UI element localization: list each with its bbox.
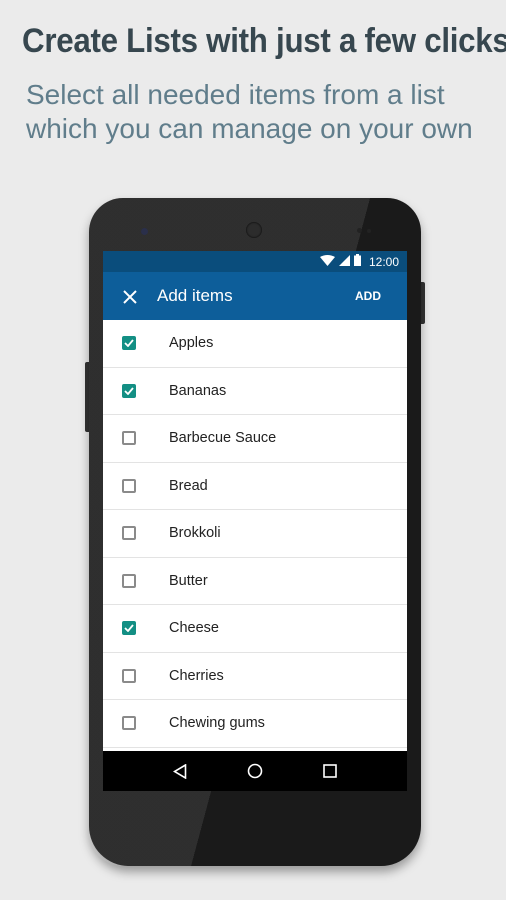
checkbox-unchecked[interactable] [122,478,136,493]
home-icon [247,763,263,779]
checkbox-unchecked[interactable] [122,668,136,683]
back-icon [173,763,187,779]
list-item-label: Bread [169,477,208,494]
list-item[interactable]: Bananas [103,368,407,415]
signal-icon [338,254,350,269]
list-item[interactable]: Chewing gums [103,700,407,748]
subtitle-line-1: Select all needed items from a list [26,79,445,110]
checkbox-unchecked[interactable] [122,573,136,588]
subtitle: Select all needed items from a list whic… [26,78,473,146]
check-icon [124,624,134,633]
recents-icon [323,764,337,778]
recents-button[interactable] [323,764,337,778]
list-item[interactable]: Brokkoli [103,510,407,558]
checkbox-checked[interactable] [122,336,136,351]
checkbox-unchecked[interactable] [122,716,136,731]
battery-icon [353,254,361,269]
checkbox-unchecked[interactable] [122,526,136,541]
list-item-label: Apples [169,335,214,352]
status-bar: 12:00 [103,251,407,272]
checkbox-checked[interactable] [122,383,136,398]
list-item[interactable]: Apples [103,320,407,368]
checkbox-checked[interactable] [122,621,136,636]
phone-screen: 12:00 Add items ADD Apples Bananas Barbecu… [103,251,407,791]
close-icon [123,290,137,304]
check-icon [124,387,134,395]
navigation-bar [103,751,407,791]
close-button[interactable] [103,272,157,320]
subtitle-line-2: which you can manage on your own [26,113,473,144]
add-button[interactable]: ADD [355,272,381,320]
list-item-label: Brokkoli [169,525,221,542]
status-time: 12:00 [368,254,399,269]
back-button[interactable] [173,763,187,779]
list-item[interactable]: Cherries [103,653,407,700]
checkbox-unchecked[interactable] [122,431,136,446]
list-item-label: Barbecue Sauce [169,430,277,447]
list-item[interactable]: Barbecue Sauce [103,415,407,463]
list-item[interactable]: Cheese [103,605,407,653]
app-bar-title: Add items [157,286,233,305]
list-item-label: Bananas [169,382,227,399]
headline: Create Lists with just a few clicks [22,22,506,60]
front-camera-icon [141,228,148,235]
items-list: Apples Bananas Barbecue Sauce Bread Brokkoli… [103,320,407,748]
home-button[interactable] [247,763,263,779]
check-icon [124,339,134,348]
list-item[interactable]: Bread [103,463,407,510]
earpiece-speaker [246,222,262,238]
list-item-label: Cherries [169,667,224,684]
power-button [421,282,425,324]
list-item-label: Butter [169,572,208,589]
list-item-label: Cheese [169,620,219,637]
list-item[interactable]: Butter [103,558,407,605]
app-bar: Add items ADD [103,272,407,320]
list-item-label: Chewing gums [169,715,265,732]
light-sensor [367,229,371,233]
proximity-sensor [357,228,362,233]
wifi-icon [319,254,335,269]
